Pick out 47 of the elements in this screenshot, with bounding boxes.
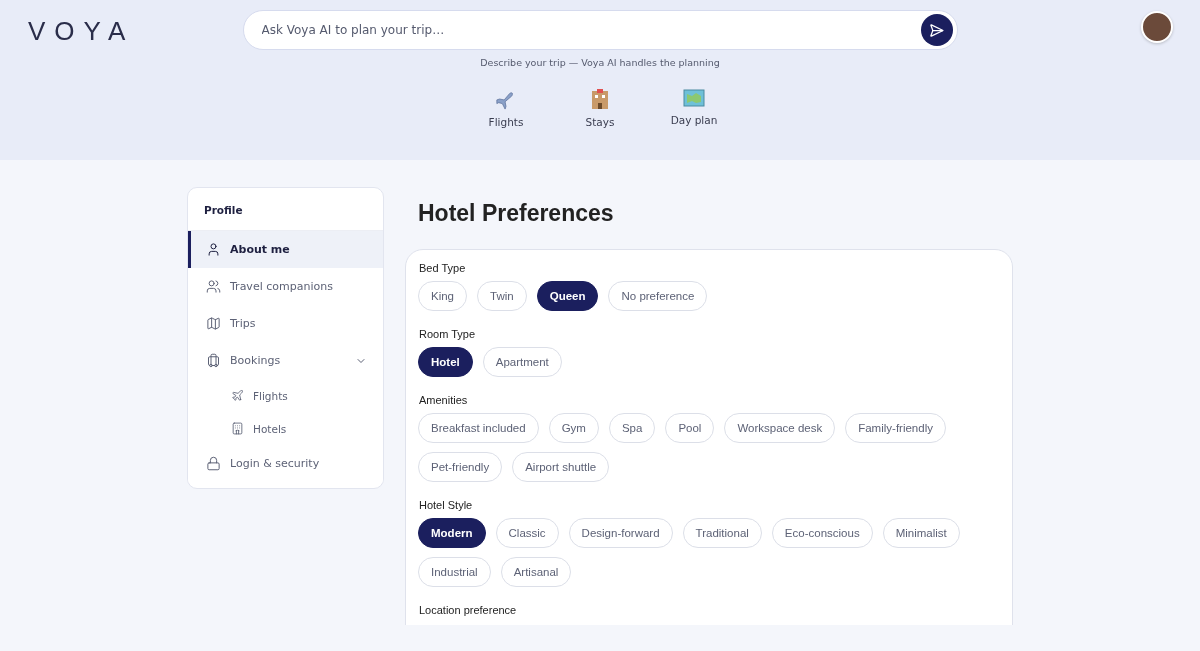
- group-label: Bed Type: [419, 262, 467, 274]
- send-button[interactable]: [920, 14, 953, 46]
- option-chip[interactable]: Gym: [548, 413, 599, 443]
- option-chip[interactable]: Family-friendly: [845, 413, 946, 443]
- plane-icon: [231, 389, 244, 402]
- group-label: Location preference: [419, 604, 518, 616]
- option-chip[interactable]: Spa: [608, 413, 656, 443]
- lock-icon: [206, 456, 221, 471]
- option-chip[interactable]: Industrial: [418, 557, 491, 587]
- option-chip[interactable]: Airport shuttle: [512, 452, 610, 482]
- option-chip[interactable]: Apartment: [482, 347, 562, 377]
- hotel-building-icon: [590, 88, 610, 110]
- option-chip[interactable]: Hotel: [418, 347, 473, 377]
- option-chip[interactable]: Classic: [495, 518, 559, 548]
- group-label: Amenities: [419, 394, 469, 406]
- page-title: Hotel Preferences: [418, 200, 615, 227]
- option-chip[interactable]: Traditional: [682, 518, 762, 548]
- option-chip[interactable]: Breakfast included: [418, 413, 539, 443]
- user-icon: [206, 242, 221, 257]
- sidebar-item[interactable]: About me: [188, 231, 383, 268]
- luggage-icon: [206, 353, 221, 368]
- option-chip[interactable]: Pool: [665, 413, 715, 443]
- logo[interactable]: VOYA: [28, 16, 135, 47]
- option-chip[interactable]: Eco-conscious: [771, 518, 873, 548]
- option-chip[interactable]: Workspace desk: [724, 413, 836, 443]
- mode-tab[interactable]: Day plan: [667, 88, 721, 128]
- avatar[interactable]: [1141, 11, 1173, 43]
- option-chip[interactable]: Pet-friendly: [418, 452, 503, 482]
- map-icon: [206, 316, 221, 331]
- hotel-icon: [231, 422, 244, 435]
- search-bar[interactable]: Ask Voya AI to plan your trip…: [242, 10, 958, 50]
- option-chip[interactable]: Minimalist: [882, 518, 960, 548]
- option-chip[interactable]: Artisanal: [500, 557, 572, 587]
- option-chip[interactable]: Queen: [536, 281, 599, 311]
- map-icon: [683, 88, 705, 108]
- users-icon: [206, 279, 221, 294]
- tagline: Describe your trip — Voya AI handles the planning: [480, 57, 720, 68]
- option-chip[interactable]: Design-forward: [568, 518, 673, 548]
- group-label: Hotel Style: [419, 499, 474, 511]
- option-chip[interactable]: Twin: [477, 281, 527, 311]
- option-chip[interactable]: Modern: [418, 518, 486, 548]
- group-label: Room Type: [419, 328, 477, 340]
- option-chip[interactable]: No preference: [608, 281, 708, 311]
- option-chip[interactable]: King: [418, 281, 468, 311]
- mode-tab[interactable]: Stays: [573, 88, 627, 128]
- mode-tab[interactable]: Flights: [479, 88, 533, 128]
- send-icon: [929, 22, 944, 38]
